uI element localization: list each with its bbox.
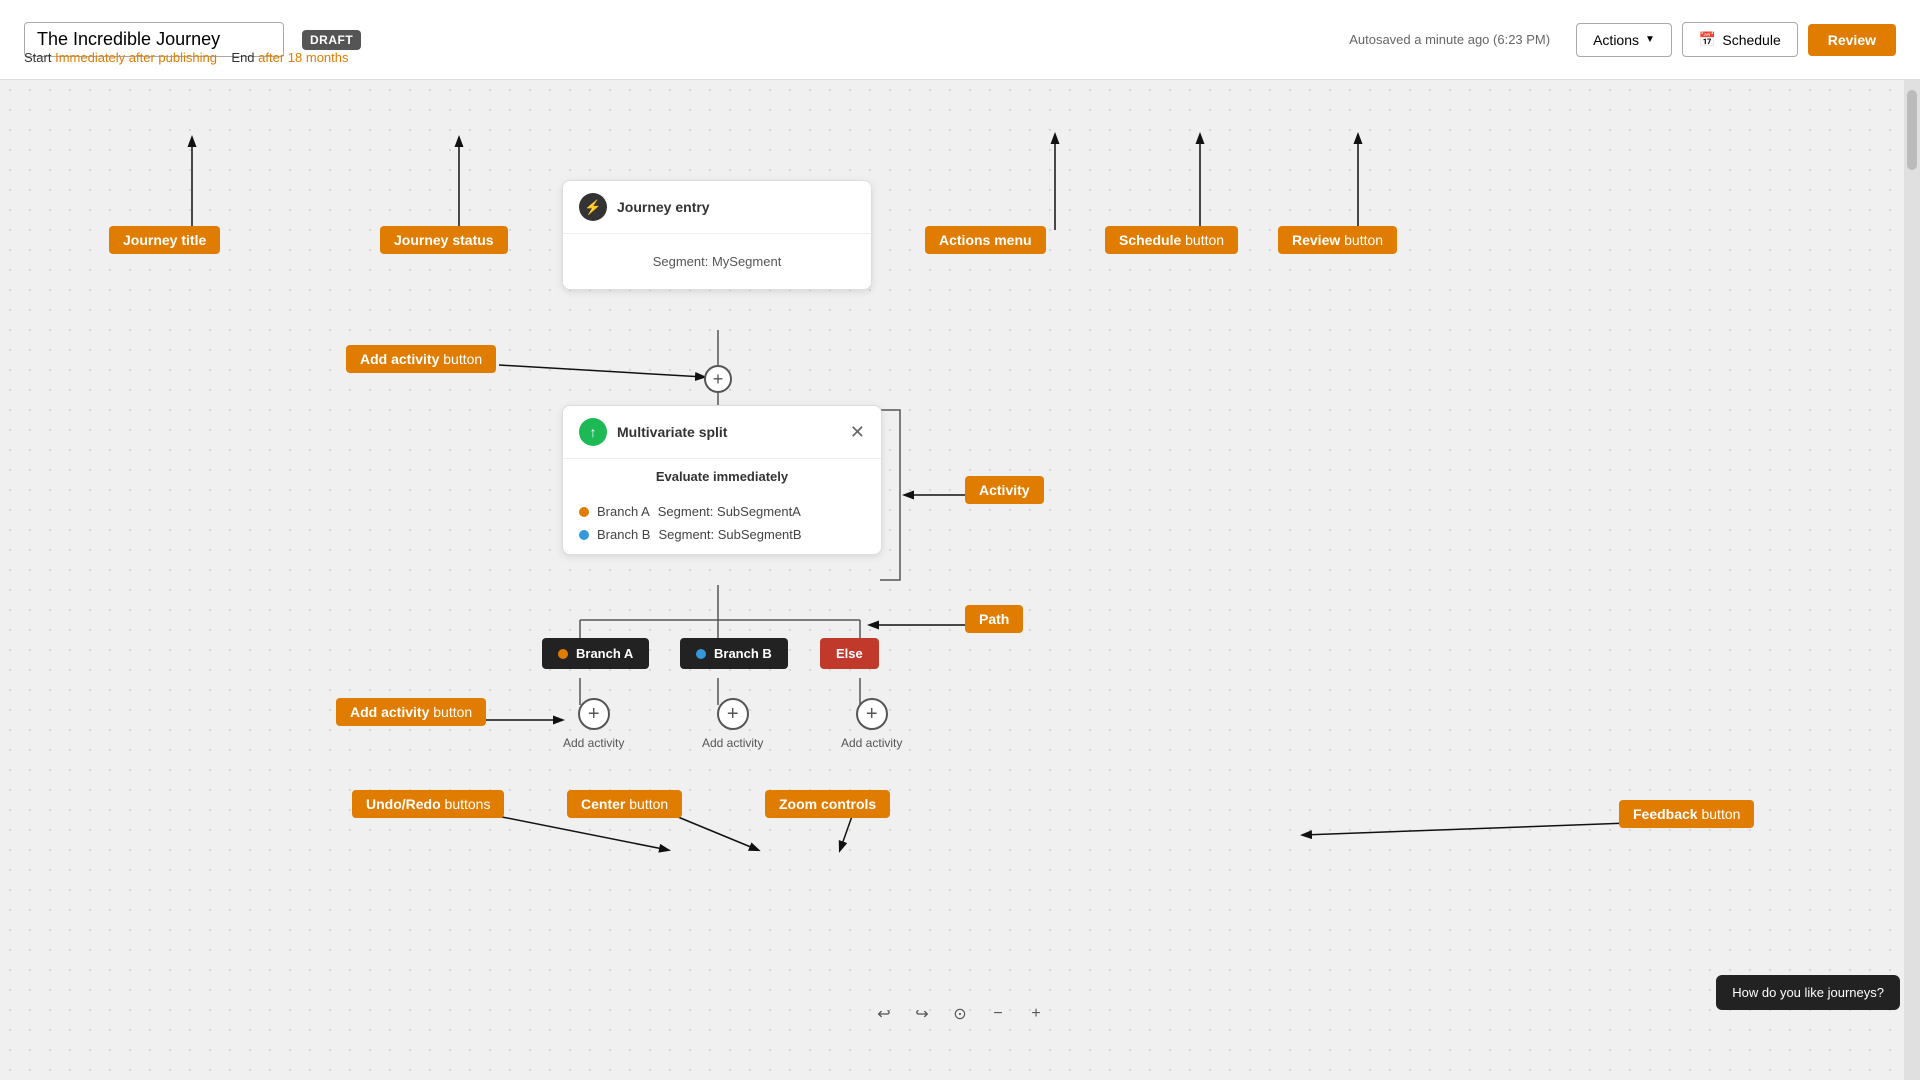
journey-entry-body: Segment: MySegment	[563, 234, 871, 289]
entry-icon: ⚡	[579, 193, 607, 221]
journey-entry-card: ⚡ Journey entry Segment: MySegment	[562, 180, 872, 290]
add-activity-col-else[interactable]: + Add activity	[841, 698, 902, 750]
calendar-icon: 📅	[1699, 31, 1716, 48]
zoom-in-button[interactable]: +	[1020, 998, 1052, 1030]
branch-b-pill[interactable]: Branch B	[680, 638, 788, 669]
branch-b-pill-label: Branch B	[714, 646, 772, 661]
actions-button[interactable]: Actions ▼	[1576, 23, 1672, 57]
split-icon: ↑	[579, 418, 607, 446]
center-button[interactable]: ⊙	[944, 998, 976, 1030]
add-activity-circle-a[interactable]: +	[578, 698, 610, 730]
add-activity-col-b[interactable]: + Add activity	[702, 698, 763, 750]
end-label: End	[231, 50, 254, 65]
autosave-text: Autosaved a minute ago (6:23 PM)	[1349, 32, 1550, 47]
multivariate-title: Multivariate split	[617, 424, 727, 440]
add-activity-col-a[interactable]: + Add activity	[563, 698, 624, 750]
annotation-actions-menu: Actions menu	[925, 226, 1046, 254]
draft-badge: DRAFT	[302, 30, 361, 50]
scrollbar[interactable]	[1904, 80, 1920, 1080]
branch-b-label: Branch B	[597, 527, 650, 542]
branch-b-segment: Segment: SubSegmentB	[658, 527, 801, 542]
add-activity-button-top[interactable]: +	[704, 365, 732, 393]
review-button[interactable]: Review	[1808, 24, 1896, 56]
schedule-button[interactable]: 📅 Schedule	[1682, 22, 1798, 57]
annotation-path: Path	[965, 605, 1023, 633]
branch-a-label: Branch A	[597, 504, 650, 519]
branch-a-segment: Segment: SubSegmentA	[658, 504, 801, 519]
add-activity-text-else: Add activity	[841, 736, 902, 750]
annotation-journey-status: Journey status	[380, 226, 508, 254]
feedback-button[interactable]: How do you like journeys?	[1716, 975, 1900, 1010]
branch-b-pill-dot	[696, 649, 706, 659]
annotation-schedule-button: Schedule button	[1105, 226, 1238, 254]
branch-b-row: Branch B Segment: SubSegmentB	[579, 527, 865, 542]
add-activity-text-a: Add activity	[563, 736, 624, 750]
journey-entry-title: Journey entry	[617, 199, 710, 215]
start-end-info: Start Immediately after publishing End a…	[24, 50, 349, 65]
branch-a-pill-dot	[558, 649, 568, 659]
close-button[interactable]: ✕	[850, 422, 865, 443]
undo-button[interactable]: ↩	[868, 998, 900, 1030]
branch-a-dot	[579, 507, 589, 517]
journey-entry-segment: Segment: MySegment	[653, 254, 782, 269]
end-link[interactable]: after 18 months	[258, 50, 348, 65]
annotation-undo-redo: Undo/Redo buttons	[352, 790, 504, 818]
annotation-activity: Activity	[965, 476, 1044, 504]
else-pill[interactable]: Else	[820, 638, 879, 669]
annotation-add-activity-bottom: Add activity button	[336, 698, 486, 726]
multivariate-header: ↑ Multivariate split ✕	[563, 406, 881, 459]
branch-a-pill-label: Branch A	[576, 646, 633, 661]
annotation-feedback: Feedback button	[1619, 800, 1754, 828]
annotation-review-button: Review button	[1278, 226, 1397, 254]
annotation-journey-title: Journey title	[109, 226, 220, 254]
annotation-center: Center button	[567, 790, 682, 818]
canvas: Journey title Journey status Actions men…	[0, 80, 1920, 1080]
chevron-down-icon: ▼	[1645, 34, 1655, 45]
multivariate-branches: Branch A Segment: SubSegmentA Branch B S…	[563, 488, 881, 554]
start-label: Start	[24, 50, 51, 65]
redo-button[interactable]: ↪	[906, 998, 938, 1030]
journey-entry-header: ⚡ Journey entry	[563, 181, 871, 234]
evaluate-label: Evaluate immediately	[563, 459, 881, 488]
zoom-out-button[interactable]: −	[982, 998, 1014, 1030]
multivariate-card: ↑ Multivariate split ✕ Evaluate immediat…	[562, 405, 882, 555]
add-activity-circle-b[interactable]: +	[717, 698, 749, 730]
actions-label: Actions	[1593, 32, 1639, 48]
start-link[interactable]: Immediately after publishing	[55, 50, 217, 65]
annotation-add-activity-top: Add activity button	[346, 345, 496, 373]
bottom-toolbar: ↩ ↪ ⊙ − +	[868, 998, 1052, 1030]
add-activity-circle-else[interactable]: +	[856, 698, 888, 730]
else-label: Else	[836, 646, 863, 661]
schedule-label: Schedule	[1722, 32, 1780, 48]
add-activity-text-b: Add activity	[702, 736, 763, 750]
topbar: DRAFT Start Immediately after publishing…	[0, 0, 1920, 80]
branch-a-pill[interactable]: Branch A	[542, 638, 649, 669]
branch-b-dot	[579, 530, 589, 540]
annotation-zoom: Zoom controls	[765, 790, 890, 818]
scrollbar-thumb[interactable]	[1907, 90, 1917, 170]
branch-a-row: Branch A Segment: SubSegmentA	[579, 504, 865, 519]
